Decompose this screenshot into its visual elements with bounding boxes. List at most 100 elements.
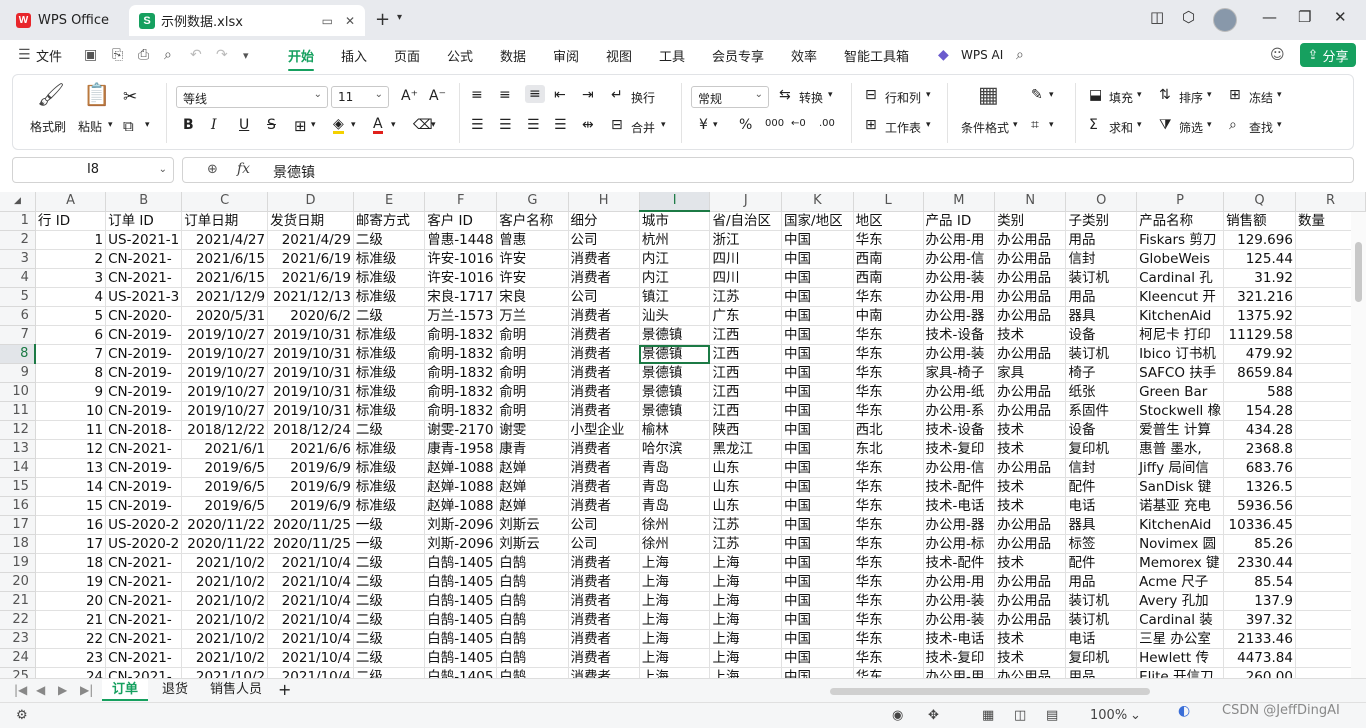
find-label[interactable]: 查找	[1249, 119, 1273, 136]
format-painter-label[interactable]: 格式刷	[30, 118, 66, 135]
border-dropdown-icon[interactable]: ▾	[311, 120, 316, 130]
cell-F25[interactable]: 白鹄-1405	[424, 667, 498, 678]
cell-J19[interactable]: 上海	[709, 553, 783, 573]
cell-M6[interactable]: 办公用-器	[923, 306, 996, 326]
cell-C5[interactable]: 2021/12/9	[181, 287, 269, 307]
cell-D5[interactable]: 2021/12/13	[267, 287, 354, 307]
row-header[interactable]: 9	[0, 363, 36, 383]
cell-C15[interactable]: 2019/6/5	[181, 477, 269, 497]
cell-H9[interactable]: 消费者	[568, 363, 640, 383]
cell-A23[interactable]: 22	[35, 629, 107, 649]
cell-N10[interactable]: 办公用品	[994, 382, 1067, 402]
cell-C16[interactable]: 2019/6/5	[181, 496, 269, 516]
conditional-format-icon[interactable]: ▦	[978, 83, 999, 108]
cell-P20[interactable]: Acme 尺子	[1136, 572, 1225, 592]
cell-O3[interactable]: 信封	[1065, 249, 1138, 269]
sum-dropdown-icon[interactable]: ▾	[1137, 120, 1142, 130]
cell-L20[interactable]: 华东	[853, 572, 924, 592]
normal-view-icon[interactable]: ▦	[982, 708, 994, 723]
cell-A10[interactable]: 9	[35, 382, 107, 402]
cell-H3[interactable]: 消费者	[568, 249, 640, 269]
cell-A12[interactable]: 11	[35, 420, 107, 440]
cell-M10[interactable]: 办公用-纸	[923, 382, 996, 402]
cell-C24[interactable]: 2021/10/2	[181, 648, 269, 668]
cell-I25[interactable]: 上海	[639, 667, 711, 678]
cell-A3[interactable]: 2	[35, 249, 107, 269]
menu-insert[interactable]: 插入	[341, 46, 367, 65]
cell-L21[interactable]: 华东	[853, 591, 924, 611]
cell-M5[interactable]: 办公用-用	[923, 287, 996, 307]
copy-dropdown-icon[interactable]: ▾	[145, 120, 150, 130]
cell-F8[interactable]: 俞明-1832	[424, 344, 498, 364]
increase-font-icon[interactable]: A⁺	[401, 88, 418, 104]
cell-C21[interactable]: 2021/10/2	[181, 591, 269, 611]
function-icon[interactable]: fx	[237, 161, 250, 177]
cell-M16[interactable]: 技术-电话	[923, 496, 996, 516]
cell-L25[interactable]: 华东	[853, 667, 924, 678]
distribute-icon[interactable]: ⇹	[582, 117, 594, 133]
cell-Q11[interactable]: 154.28	[1223, 401, 1296, 421]
sum-label[interactable]: 求和	[1109, 119, 1133, 136]
column-header-R[interactable]: R	[1295, 192, 1366, 212]
cell-L14[interactable]: 华东	[853, 458, 924, 478]
cell-M13[interactable]: 技术-复印	[923, 439, 996, 459]
cell-E16[interactable]: 标准级	[353, 496, 426, 516]
font-name-select[interactable]: 等线 ⌄	[176, 86, 328, 108]
cell-N18[interactable]: 办公用品	[994, 534, 1067, 554]
rows-cols-icon[interactable]: ⊟	[865, 87, 877, 103]
cell-K7[interactable]: 中国	[781, 325, 854, 345]
cell-M1[interactable]: 产品 ID	[923, 211, 996, 231]
border-icon[interactable]: ⊞	[294, 117, 307, 135]
cell-J7[interactable]: 江西	[709, 325, 783, 345]
cell-P4[interactable]: Cardinal 孔	[1136, 268, 1225, 288]
row-header[interactable]: 1	[0, 211, 36, 231]
cell-F6[interactable]: 万兰-1573	[424, 306, 498, 326]
filter-dropdown-icon[interactable]: ▾	[1207, 120, 1212, 130]
clear-format-icon[interactable]: ⌫	[413, 117, 433, 133]
cell-G7[interactable]: 俞明	[496, 325, 569, 345]
align-top-icon[interactable]: ≡	[471, 87, 483, 103]
row-header[interactable]: 11	[0, 401, 36, 421]
cell-Q18[interactable]: 85.26	[1223, 534, 1296, 554]
cell-O8[interactable]: 装订机	[1065, 344, 1138, 364]
cell-B25[interactable]: CN-2021-	[105, 667, 183, 678]
cell-D12[interactable]: 2018/12/24	[267, 420, 354, 440]
cell-F9[interactable]: 俞明-1832	[424, 363, 498, 383]
cell-N11[interactable]: 办公用品	[994, 401, 1067, 421]
row-header[interactable]: 23	[0, 629, 36, 649]
sort-icon[interactable]: ⇅	[1159, 87, 1171, 103]
cell-Q13[interactable]: 2368.8	[1223, 439, 1296, 459]
cell-O15[interactable]: 配件	[1065, 477, 1138, 497]
cell-L24[interactable]: 华东	[853, 648, 924, 668]
worksheet-dropdown-icon[interactable]: ▾	[926, 120, 931, 130]
row-header[interactable]: 17	[0, 515, 36, 535]
first-sheet-icon[interactable]: |◀	[14, 683, 27, 697]
row-header[interactable]: 4	[0, 268, 36, 288]
cell-L8[interactable]: 华东	[853, 344, 924, 364]
cell-D4[interactable]: 2021/6/19	[267, 268, 354, 288]
cell-A1[interactable]: 行 ID	[35, 211, 107, 231]
cell-B3[interactable]: CN-2021-	[105, 249, 183, 269]
cell-P2[interactable]: Fiskars 剪刀	[1136, 230, 1225, 250]
export-icon[interactable]: ⎘	[112, 47, 123, 63]
cell-C4[interactable]: 2021/6/15	[181, 268, 269, 288]
cell-N12[interactable]: 技术	[994, 420, 1067, 440]
row-header[interactable]: 16	[0, 496, 36, 516]
cell-N21[interactable]: 办公用品	[994, 591, 1067, 611]
cell-D11[interactable]: 2019/10/31	[267, 401, 354, 421]
cell-Q4[interactable]: 31.92	[1223, 268, 1296, 288]
cell-O1[interactable]: 子类别	[1065, 211, 1138, 231]
cell-L2[interactable]: 华东	[853, 230, 924, 250]
column-header-O[interactable]: O	[1065, 192, 1138, 212]
cell-F14[interactable]: 赵婵-1088	[424, 458, 498, 478]
cell-N22[interactable]: 办公用品	[994, 610, 1067, 630]
underline-button[interactable]: U	[239, 117, 249, 133]
row-header[interactable]: 8	[0, 344, 37, 364]
row-header[interactable]: 20	[0, 572, 36, 592]
cell-D15[interactable]: 2019/6/9	[267, 477, 354, 497]
cell-F20[interactable]: 白鹄-1405	[424, 572, 498, 592]
align-center-icon[interactable]: ☰	[499, 117, 512, 133]
cell-O25[interactable]: 用品	[1065, 667, 1138, 678]
column-header-M[interactable]: M	[923, 192, 996, 212]
cell-M7[interactable]: 技术-设备	[923, 325, 996, 345]
